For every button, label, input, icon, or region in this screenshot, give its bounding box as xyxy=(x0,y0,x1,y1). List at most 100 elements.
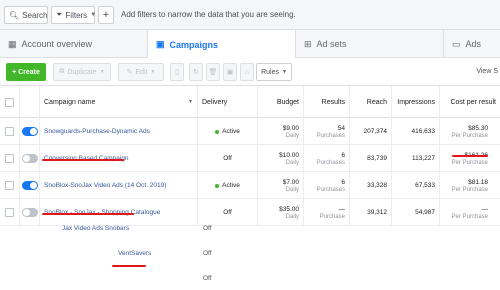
column-header-budget[interactable]: Budget xyxy=(258,86,304,118)
column-header-delivery[interactable]: Delivery xyxy=(198,86,258,118)
tab-label: Ad sets xyxy=(316,39,347,49)
results-value: 54 xyxy=(337,124,345,132)
row-checkbox[interactable] xyxy=(5,154,14,163)
results-value: 6 xyxy=(341,151,345,159)
row-checkbox[interactable] xyxy=(5,127,14,136)
row-checkbox-cell xyxy=(0,172,20,199)
add-filter-button[interactable]: + xyxy=(98,6,114,24)
refresh-button[interactable]: ↻ xyxy=(189,63,203,81)
column-header-reach[interactable]: Reach xyxy=(350,86,392,118)
select-all-checkbox[interactable] xyxy=(5,97,14,107)
chevron-down-icon: ▼ xyxy=(99,69,105,75)
tag-icon: ⌂ xyxy=(244,68,250,76)
budget-cell[interactable]: $9.00 Daily xyxy=(258,118,304,145)
row-checkbox-cell xyxy=(0,145,20,172)
impressions-cell: 54,987 xyxy=(392,199,440,226)
campaign-name[interactable]: SnoBlox-SnoJax Video Ads (14 Oct. 2019) xyxy=(44,182,193,189)
campaign-toggle[interactable] xyxy=(21,208,38,217)
chevron-down-icon: ▼ xyxy=(150,69,156,75)
level-tabs: ▦ Account overview ▣ Campaigns ⊞ Ad sets… xyxy=(0,30,500,59)
table-row[interactable]: Snowguards-Purchase-Dynamic Ads Active $9.… xyxy=(0,118,500,145)
reach-cell: 33,328 xyxy=(350,172,392,199)
table-row[interactable]: SnoBlox-SnoJax Video Ads (14 Oct. 2019) A… xyxy=(0,172,500,199)
column-label: Reach xyxy=(366,98,387,106)
column-label: Campaign name xyxy=(44,98,96,106)
toggle-column-header xyxy=(20,86,40,118)
highlight-underline xyxy=(452,155,488,157)
grid-icon: ⊞ xyxy=(304,38,312,49)
preview-button[interactable]: ▣ xyxy=(223,63,237,81)
row-checkbox[interactable] xyxy=(5,208,14,217)
pencil-icon: ✎ xyxy=(126,69,133,76)
results-cell: 54 Purchases xyxy=(304,118,350,145)
rules-button[interactable]: Rules ▼ xyxy=(256,63,292,81)
campaign-toggle[interactable] xyxy=(21,154,38,163)
column-label: Delivery xyxy=(202,98,228,106)
cost-per-result-type: Per Purchase xyxy=(451,132,488,139)
results-type: Purchases xyxy=(316,159,345,166)
table-row[interactable]: Off xyxy=(0,270,500,290)
preview-icon: ▣ xyxy=(226,69,234,76)
filter-hint: Add filters to narrow the data that you … xyxy=(121,10,296,19)
tag-button[interactable]: ⌂ xyxy=(240,63,254,81)
budget-type: Daily xyxy=(285,213,299,220)
toggle-cell xyxy=(20,145,40,172)
delivery-status: Off xyxy=(223,209,232,216)
budget-type: Daily xyxy=(285,186,299,193)
budget-cell[interactable]: $10.00 Daily xyxy=(258,145,304,172)
budget-value: $35.00 xyxy=(279,205,299,213)
column-header-impressions[interactable]: Impressions xyxy=(392,86,440,118)
results-type: Purchases xyxy=(316,186,345,193)
highlight-underline xyxy=(42,213,134,215)
impressions-value: 416,633 xyxy=(411,128,436,135)
budget-cell[interactable]: $7.00 Daily xyxy=(258,172,304,199)
cost-per-result-cell: $161.26Per Purchase xyxy=(440,145,500,172)
column-header-name[interactable]: Campaign name ▼ xyxy=(40,86,198,118)
chevron-down-icon: ▼ xyxy=(281,69,287,75)
filter-icon: ⏷ xyxy=(56,10,63,19)
campaign-name[interactable]: Snowguards-Purchase-Dynamic Ads xyxy=(44,128,193,135)
tab-ad-sets[interactable]: ⊞ Ad sets xyxy=(296,30,444,58)
tab-account-overview[interactable]: ▦ Account overview xyxy=(0,30,148,58)
cost-per-result-type: Per Purchase xyxy=(451,213,488,220)
campaign-toggle[interactable] xyxy=(21,127,38,136)
delivery-status: Off xyxy=(203,275,212,282)
reach-value: 33,328 xyxy=(367,182,387,189)
select-all-cell xyxy=(0,86,20,118)
column-header-cost-per-result[interactable]: Cost per result xyxy=(440,86,500,118)
campaign-name[interactable]: VentSavers xyxy=(118,250,151,257)
table-header: Campaign name ▼ Delivery Budget Results … xyxy=(0,86,500,118)
reach-cell: 39,312 xyxy=(350,199,392,226)
filters-label: Filters xyxy=(65,10,88,20)
delete-button[interactable]: 🗑︎ xyxy=(206,63,220,81)
highlight-underline xyxy=(42,159,124,161)
cost-per-result-value: — xyxy=(481,205,489,213)
campaign-name[interactable]: Jax Video Ads Snobars xyxy=(62,225,129,232)
delivery-status: Off xyxy=(203,225,212,232)
column-label: Budget xyxy=(276,98,299,106)
row-checkbox[interactable] xyxy=(5,181,14,190)
cost-per-result-cell: $85.30 Per Purchase xyxy=(440,118,500,145)
view-setup-link[interactable]: View S xyxy=(476,68,498,75)
campaign-toggle[interactable] xyxy=(21,181,38,190)
create-button[interactable]: + Create xyxy=(6,63,46,81)
budget-value: $10.00 xyxy=(279,151,299,159)
grid-icon: ▦ xyxy=(8,38,17,49)
filters-button[interactable]: ⏷ Filters ▼ xyxy=(51,6,97,24)
edit-button[interactable]: ✎ Edit ▼ xyxy=(118,63,164,81)
cost-per-result-cell: — Per Purchase xyxy=(440,199,500,226)
search-button[interactable]: 🔍︎ Search ▼ xyxy=(4,6,56,24)
budget-cell[interactable]: $35.00 Daily xyxy=(258,199,304,226)
archive-button[interactable]: ▯ xyxy=(170,63,184,81)
tab-campaigns[interactable]: ▣ Campaigns xyxy=(148,30,296,59)
column-header-results[interactable]: Results xyxy=(304,86,350,118)
delivery-cell: Off xyxy=(198,145,258,172)
toggle-cell xyxy=(20,118,40,145)
impressions-value: 54,987 xyxy=(415,209,435,216)
results-value: — xyxy=(338,205,346,213)
results-type: Purchase xyxy=(319,213,345,220)
tab-ads[interactable]: ▭ Ads xyxy=(444,30,500,58)
reach-value: 39,312 xyxy=(367,209,387,216)
duplicate-button[interactable]: ⧉ Duplicate ▼ xyxy=(53,63,111,81)
chevron-down-icon: ▼ xyxy=(90,12,97,18)
